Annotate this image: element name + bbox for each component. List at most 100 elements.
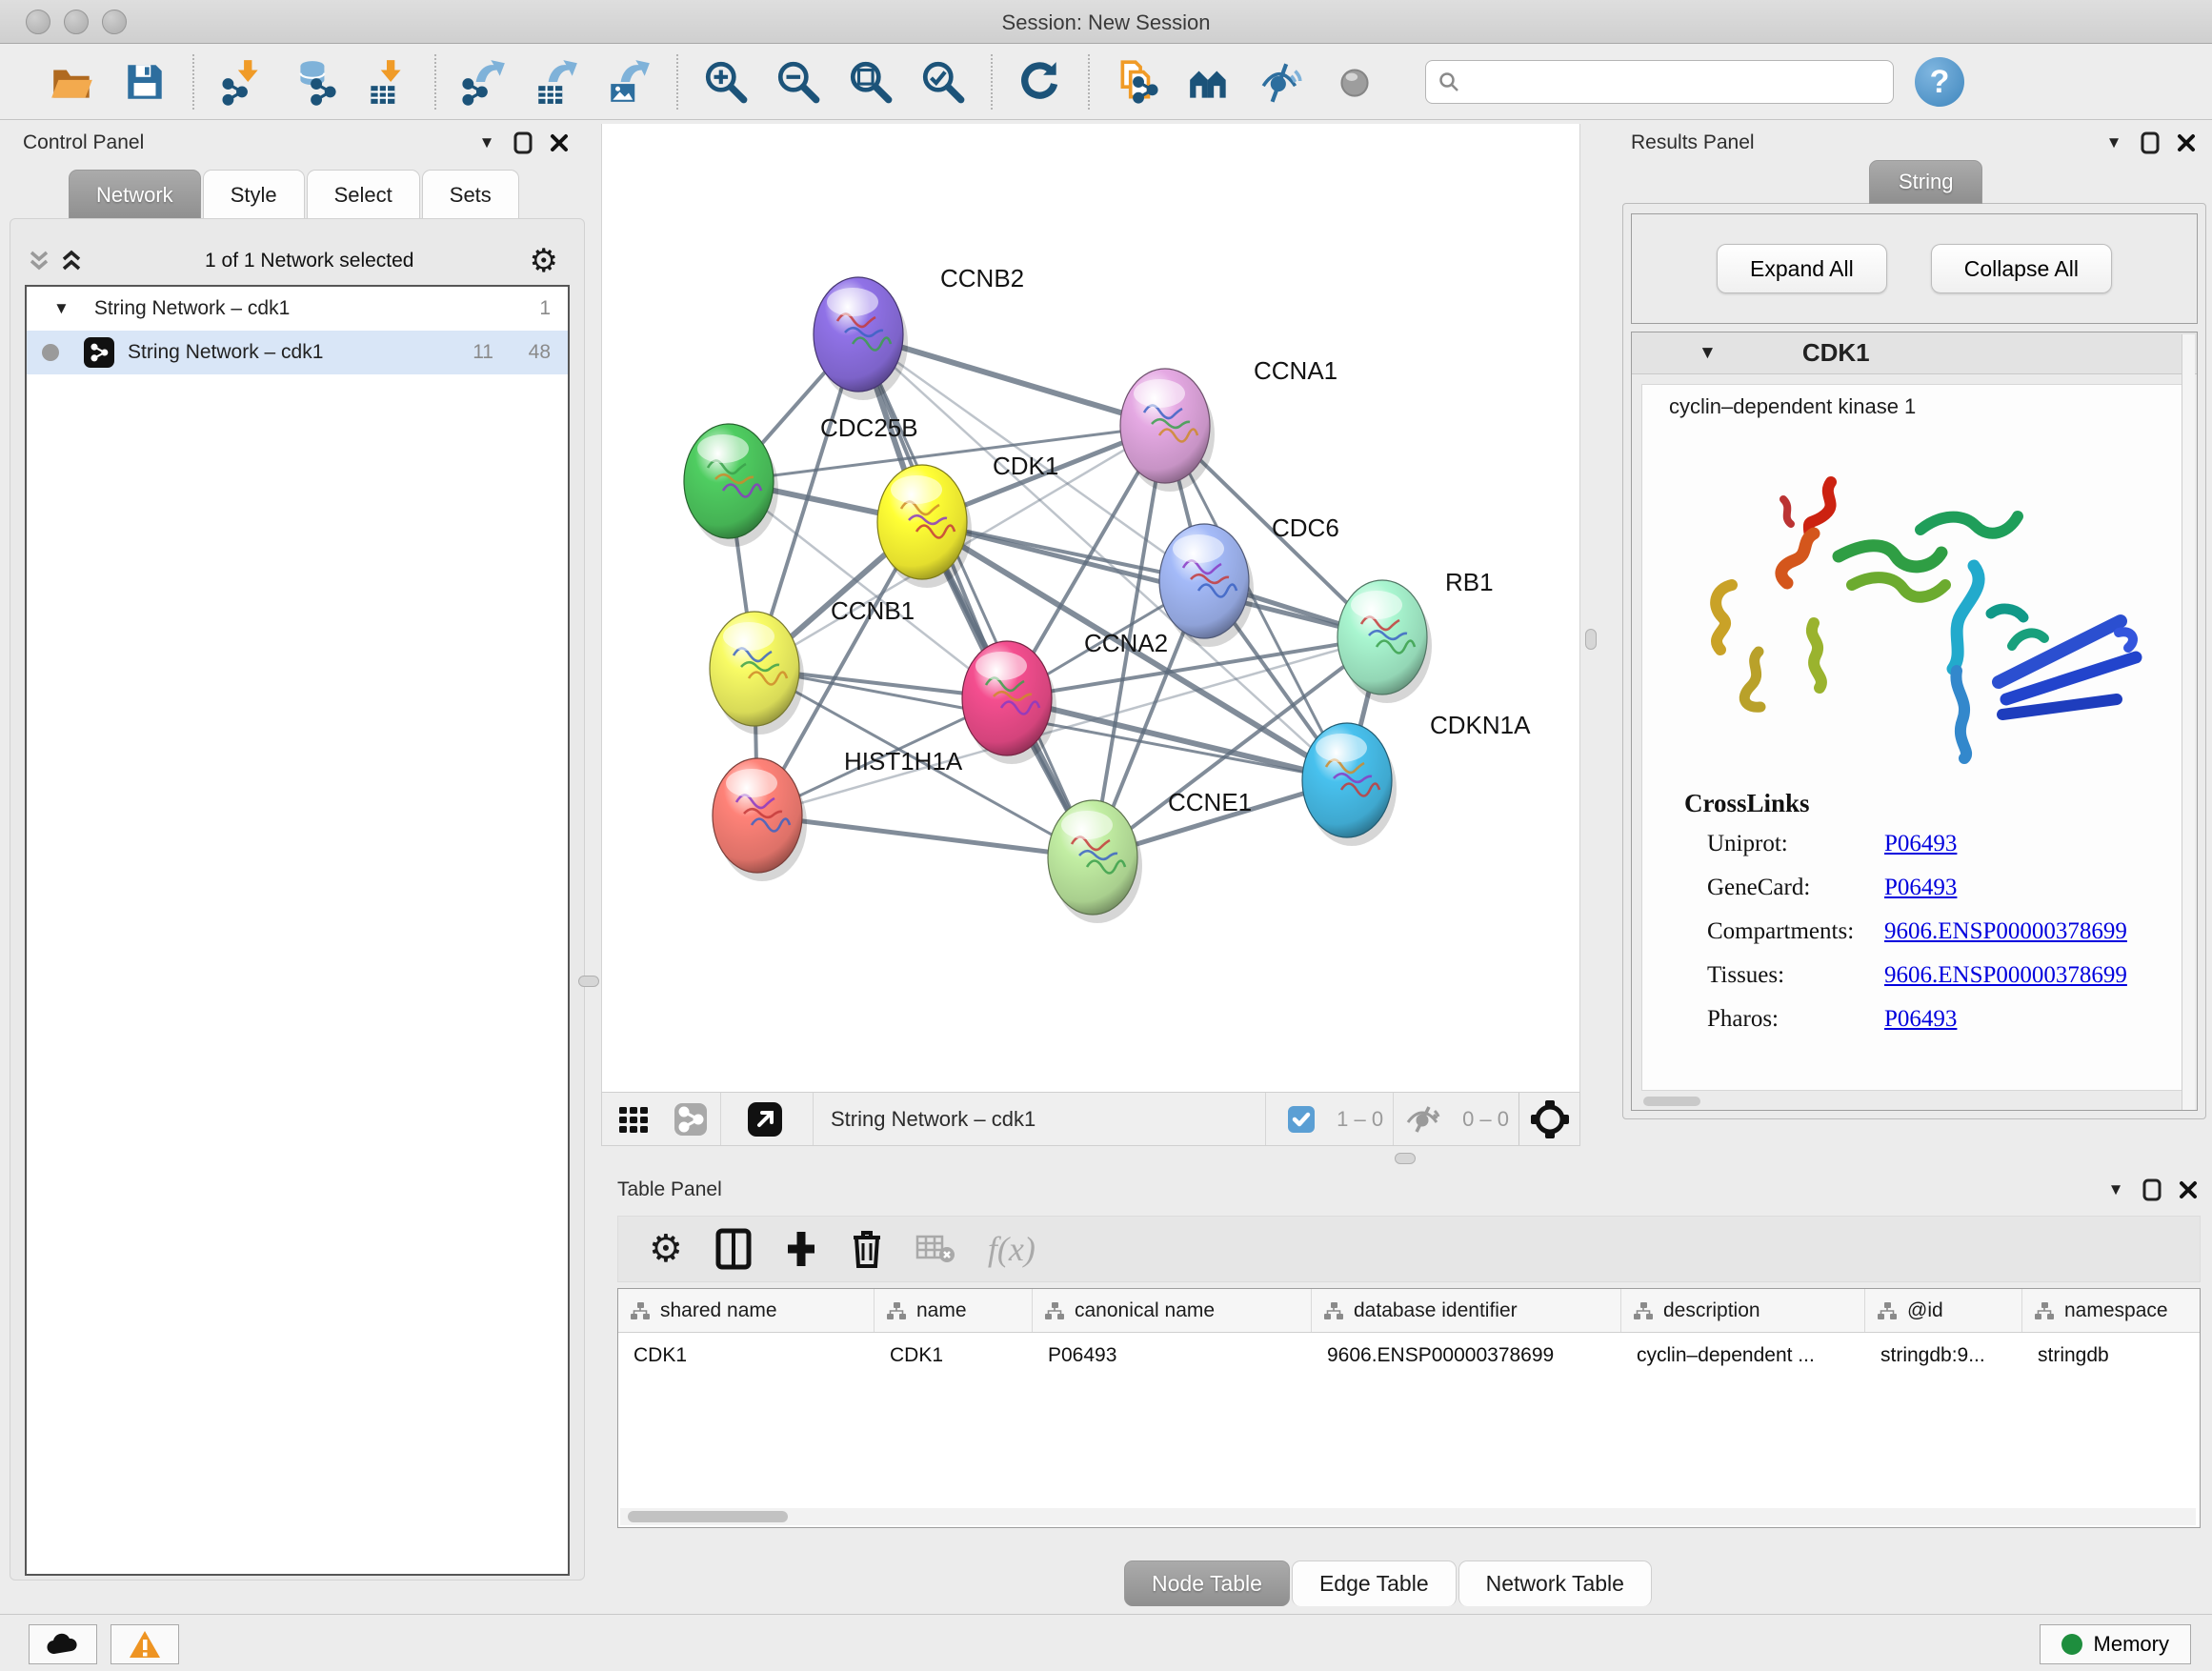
table-cell[interactable]: P06493 xyxy=(1033,1344,1312,1367)
column-header-shared-name[interactable]: shared name xyxy=(618,1289,875,1332)
table-cell[interactable]: stringdb:9... xyxy=(1865,1344,2022,1367)
crosslink-link[interactable]: P06493 xyxy=(1884,1006,1957,1033)
column-header-description[interactable]: description xyxy=(1621,1289,1865,1332)
table-cell[interactable]: CDK1 xyxy=(875,1344,1033,1367)
table-panel-float-icon[interactable]: ▼ xyxy=(2105,1179,2126,1200)
control-panel-close-icon[interactable] xyxy=(549,132,570,153)
hidden-eye-slash-icon[interactable] xyxy=(1405,1103,1441,1136)
column-header-@id[interactable]: @id xyxy=(1865,1289,2022,1332)
create-column-plus-icon[interactable] xyxy=(784,1228,818,1270)
table-horizontal-scrollbar[interactable] xyxy=(620,1508,2196,1525)
control-panel-float-icon[interactable]: ▼ xyxy=(476,132,497,153)
tab-node-table[interactable]: Node Table xyxy=(1124,1560,1290,1606)
node-HIST1H1A[interactable] xyxy=(713,758,807,881)
table-panel-close-icon[interactable] xyxy=(2178,1179,2199,1200)
results-vertical-scrollbar[interactable] xyxy=(2182,334,2195,1110)
warning-status-button[interactable] xyxy=(111,1624,179,1664)
function-builder-icon[interactable]: f(x) xyxy=(988,1229,1036,1269)
refresh-view-icon[interactable] xyxy=(1014,55,1067,109)
toolbar-search-box[interactable] xyxy=(1425,60,1894,104)
table-cell[interactable]: 9606.ENSP00000378699 xyxy=(1312,1344,1621,1367)
import-network-from-file-icon[interactable] xyxy=(215,55,269,109)
table-settings-gear-icon[interactable]: ⚙ xyxy=(649,1227,683,1271)
export-network-icon[interactable] xyxy=(457,55,511,109)
tab-edge-table[interactable]: Edge Table xyxy=(1292,1560,1457,1606)
search-input[interactable] xyxy=(1468,70,1868,93)
string-network-graph[interactable]: CCNB2 CCNA1 CDC25B CDK1 CDC6 RB1 CCNB1 xyxy=(602,124,1579,1090)
column-header-namespace[interactable]: namespace xyxy=(2022,1289,2201,1332)
bottom-splitter-handle[interactable] xyxy=(1395,1153,1416,1164)
table-cell[interactable]: stringdb xyxy=(2022,1344,2201,1367)
node-CCNA1[interactable] xyxy=(1120,369,1215,492)
show-all-icon[interactable] xyxy=(1328,55,1381,109)
help-icon[interactable]: ? xyxy=(1915,57,1964,107)
expand-all-button[interactable]: Expand All xyxy=(1717,244,1887,293)
save-session-icon[interactable] xyxy=(118,55,171,109)
table-panel-maximize-icon[interactable] xyxy=(2142,1179,2162,1200)
collapse-all-icon[interactable] xyxy=(25,247,57,275)
network-options-gear-icon[interactable]: ⚙ xyxy=(530,247,558,275)
open-in-new-window-icon[interactable] xyxy=(746,1100,784,1138)
results-panel-close-icon[interactable] xyxy=(2176,132,2197,153)
node-CDC6[interactable] xyxy=(1159,524,1254,647)
tree-caret-icon[interactable]: ▼ xyxy=(53,299,70,318)
export-image-icon[interactable] xyxy=(602,55,655,109)
table-scroll-thumb[interactable] xyxy=(628,1511,788,1522)
memory-button[interactable]: Memory xyxy=(2040,1624,2191,1664)
crosslink-link[interactable]: P06493 xyxy=(1884,831,1957,857)
gene-caret-icon[interactable]: ▼ xyxy=(1699,343,1717,364)
network-row[interactable]: String Network – cdk1 11 48 xyxy=(27,331,568,374)
hide-selected-icon[interactable] xyxy=(1256,55,1309,109)
tab-string[interactable]: String xyxy=(1869,160,1982,204)
tab-sets[interactable]: Sets xyxy=(422,170,519,219)
node-CCNE1[interactable] xyxy=(1048,800,1142,923)
edge-HIST1H1A-CCNE1[interactable] xyxy=(757,815,1093,857)
table-cell[interactable]: CDK1 xyxy=(618,1344,875,1367)
column-header-canonical-name[interactable]: canonical name xyxy=(1033,1289,1312,1332)
delete-column-trash-icon[interactable] xyxy=(851,1228,883,1270)
import-network-from-database-icon[interactable] xyxy=(288,55,341,109)
zoom-fit-icon[interactable] xyxy=(844,55,897,109)
table-row[interactable]: CDK1CDK1P064939606.ENSP00000378699cyclin… xyxy=(618,1333,2200,1379)
network-collection-row[interactable]: ▼ String Network – cdk1 1 xyxy=(27,287,568,331)
crosslink-link[interactable]: 9606.ENSP00000378699 xyxy=(1884,918,2127,945)
expand-all-icon[interactable] xyxy=(57,247,90,275)
node-RB1[interactable] xyxy=(1337,580,1432,703)
results-panel-float-icon[interactable]: ▼ xyxy=(2103,132,2124,153)
column-header-name[interactable]: name xyxy=(875,1289,1033,1332)
collapse-all-button[interactable]: Collapse All xyxy=(1931,244,2112,293)
results-panel-maximize-icon[interactable] xyxy=(2140,132,2161,153)
control-panel-maximize-icon[interactable] xyxy=(513,132,533,153)
node-CDK1[interactable] xyxy=(877,465,972,588)
gene-header-row[interactable]: ▼ CDK1 xyxy=(1632,332,2197,374)
crosslink-link[interactable]: P06493 xyxy=(1884,875,1957,901)
first-neighbors-icon[interactable] xyxy=(1183,55,1237,109)
delete-table-icon[interactable] xyxy=(915,1233,955,1265)
column-header-database-identifier[interactable]: database identifier xyxy=(1312,1289,1621,1332)
tab-select[interactable]: Select xyxy=(307,170,420,219)
crosslink-link[interactable]: 9606.ENSP00000378699 xyxy=(1884,962,2127,989)
share-view-icon[interactable] xyxy=(673,1101,709,1137)
node-CCNA2[interactable] xyxy=(962,641,1056,764)
zoom-in-icon[interactable] xyxy=(699,55,753,109)
right-splitter-handle[interactable] xyxy=(1585,629,1597,650)
zoom-selected-icon[interactable] xyxy=(916,55,970,109)
node-CCNB1[interactable] xyxy=(710,612,804,735)
results-horizontal-scroll-thumb[interactable] xyxy=(1643,1097,1700,1106)
network-view-canvas[interactable]: CCNB2 CCNA1 CDC25B CDK1 CDC6 RB1 CCNB1 xyxy=(601,124,1580,1092)
node-CDKN1A[interactable] xyxy=(1302,723,1397,846)
tab-network[interactable]: Network xyxy=(69,170,201,219)
tab-network-table[interactable]: Network Table xyxy=(1458,1560,1652,1606)
node-CCNB2[interactable] xyxy=(814,277,908,400)
copy-network-icon[interactable] xyxy=(1111,55,1164,109)
table-cell[interactable]: cyclin–dependent ... xyxy=(1621,1344,1865,1367)
zoom-out-icon[interactable] xyxy=(772,55,825,109)
cloud-status-button[interactable] xyxy=(29,1624,97,1664)
show-columns-icon[interactable] xyxy=(715,1228,752,1270)
tab-style[interactable]: Style xyxy=(203,170,305,219)
export-table-icon[interactable] xyxy=(530,55,583,109)
birds-eye-target-icon[interactable] xyxy=(1518,1093,1579,1145)
selected-checkbox-icon[interactable] xyxy=(1287,1105,1316,1134)
grid-view-icon[interactable] xyxy=(617,1103,650,1136)
import-table-from-file-icon[interactable] xyxy=(360,55,413,109)
